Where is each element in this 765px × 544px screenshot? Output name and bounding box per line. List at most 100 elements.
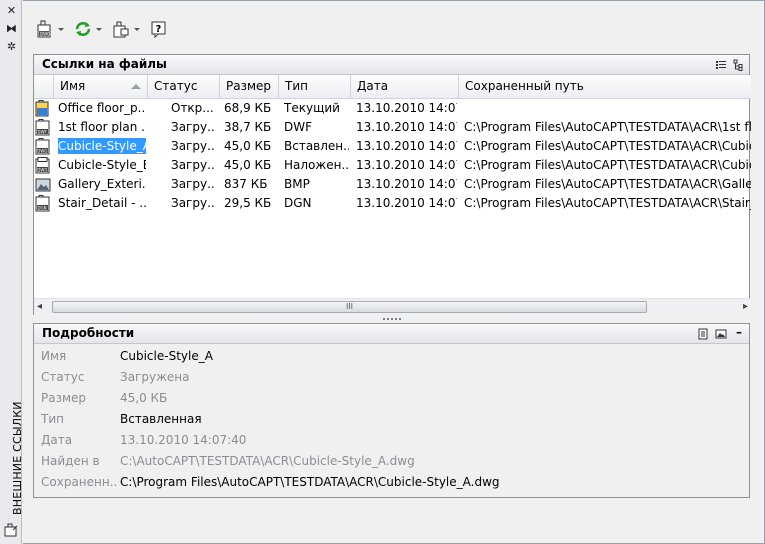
change-path-icon: [112, 20, 130, 38]
cell-name: 1st floor plan ...: [58, 118, 146, 137]
table-header: Имя Статус Размер Тип Дата Сохраненный п…: [34, 75, 751, 99]
scroll-thumb[interactable]: III: [52, 301, 647, 313]
column-type[interactable]: Тип: [279, 75, 351, 99]
table-row[interactable]: DWF 1st floor plan ... Загру... 38,7 КБ DWF 1…: [34, 118, 751, 137]
column-date-label: Дата: [357, 79, 389, 93]
cell-status-text: Загру...: [171, 177, 215, 191]
dgn-icon: DGN: [35, 195, 51, 212]
detail-row: Имя Cubicle-Style_A: [34, 346, 751, 366]
table-row[interactable]: DWG Cubicle-Style_A Загру... 45,0 КБ Вставле…: [34, 137, 751, 156]
cell-name: Gallery_Exteri...: [58, 175, 146, 194]
cell-status: Загру...: [171, 175, 215, 194]
cell-size: 45,0 КБ: [224, 137, 279, 156]
list-view-icon[interactable]: [715, 58, 727, 70]
cell-name-text: Gallery_Exteri...: [58, 177, 146, 191]
details-view-icon[interactable]: [697, 327, 709, 340]
scroll-left-icon[interactable]: ◂: [37, 299, 42, 315]
cell-path-text: C:\Program Files\AutoCAPT\TESTDATA\ACR\C…: [464, 139, 751, 153]
cell-type-text: DWF: [284, 120, 313, 134]
cell-type-text: DGN: [284, 196, 312, 210]
table-row[interactable]: DGN Stair_Detail - ... Загру... 29,5 КБ DGN 1…: [34, 194, 751, 213]
chevron-down-icon[interactable]: [96, 27, 102, 31]
refresh-icon: [74, 20, 92, 38]
detail-row: Сохраненн... C:\Program Files\AutoCAPT\TE…: [34, 472, 751, 492]
cell-size-text: 837 КБ: [224, 177, 268, 191]
details-title: Подробности: [42, 326, 135, 340]
column-saved-path[interactable]: Сохраненный путь: [459, 75, 751, 99]
cell-size: 38,7 КБ: [224, 118, 279, 137]
tree-view-icon[interactable]: [733, 58, 745, 71]
cell-date-text: 13.10.2010 14:07:...: [356, 101, 457, 115]
splitter-grip-icon: [383, 318, 401, 320]
column-status[interactable]: Статус: [148, 75, 220, 99]
svg-text:?: ?: [156, 24, 162, 35]
cell-size-text: 38,7 КБ: [224, 120, 272, 134]
cell-type: Наложен...: [284, 156, 349, 175]
cell-size: 837 КБ: [224, 175, 279, 194]
column-saved-path-label: Сохраненный путь: [465, 79, 584, 93]
detail-value: Вставленная: [120, 412, 202, 426]
cell-status-text: Загру...: [171, 158, 215, 172]
autohide-icon[interactable]: ⧓: [5, 22, 18, 35]
cell-size: 68,9 КБ: [224, 99, 279, 118]
panel-splitter[interactable]: [33, 316, 750, 322]
column-type-label: Тип: [285, 79, 308, 93]
column-date[interactable]: Дата: [351, 75, 459, 99]
cell-status: Загру...: [171, 118, 215, 137]
cell-size-text: 45,0 КБ: [224, 158, 272, 172]
svg-text:DWG: DWG: [37, 148, 47, 153]
refresh-button[interactable]: [74, 20, 102, 38]
detail-label: Статус: [41, 370, 85, 384]
collapse-icon[interactable]: –: [733, 326, 745, 339]
cell-type-text: BMP: [284, 177, 310, 191]
close-icon[interactable]: ✕: [5, 4, 18, 17]
cell-path-text: C:\Program Files\AutoCAPT\TESTDATA\ACR\G…: [464, 177, 751, 191]
file-list: Office floor_p... Откр... 68,9 КБ Текущий 13…: [34, 99, 751, 293]
image-icon: [35, 176, 51, 193]
detail-value: 13.10.2010 14:07:40: [120, 433, 247, 447]
scroll-right-icon[interactable]: ▸: [743, 299, 748, 315]
attach-button[interactable]: DWG: [36, 20, 64, 38]
cell-date: 13.10.2010 14:07:...: [356, 156, 457, 175]
cell-size-text: 29,5 КБ: [224, 196, 272, 210]
cell-name-text: Cubicle-Style_B: [58, 158, 146, 172]
detail-row: Размер 45,0 КБ: [34, 388, 751, 408]
cell-type-text: Текущий: [284, 101, 340, 115]
detail-label: Дата: [41, 433, 73, 447]
table-row[interactable]: Office floor_p... Откр... 68,9 КБ Текущий 13…: [34, 99, 751, 118]
chevron-down-icon[interactable]: [134, 27, 140, 31]
table-row[interactable]: DWG Cubicle-Style_B Загру... 45,0 КБ Наложен…: [34, 156, 751, 175]
cell-type: Текущий: [284, 99, 349, 118]
detail-row: Дата 13.10.2010 14:07:40: [34, 430, 751, 450]
cell-date-text: 13.10.2010 14:07:...: [356, 139, 457, 153]
cell-path-text: C:\Program Files\AutoCAPT\TESTDATA\ACR\S…: [464, 196, 751, 210]
column-name[interactable]: Имя: [54, 75, 148, 99]
detail-label: Размер: [41, 391, 87, 405]
detail-value: Cubicle-Style_A: [120, 349, 213, 363]
cell-size-text: 68,9 КБ: [224, 101, 272, 115]
detail-value: Загружена: [120, 370, 190, 384]
cell-name: Cubicle-Style_A: [58, 137, 146, 156]
palette-side-strip: ✕ ⧓ ✲ ВНЕШНИЕ ССЫЛКИ: [0, 0, 24, 544]
dwg-host-icon: [35, 100, 51, 117]
cell-type: BMP: [284, 175, 349, 194]
cell-path: C:\Program Files\AutoCAPT\TESTDATA\ACR\C…: [464, 137, 751, 156]
detail-label: Имя: [41, 349, 67, 363]
horizontal-scrollbar[interactable]: ◂ III ▸: [34, 298, 751, 315]
change-path-button[interactable]: [112, 20, 140, 38]
cell-status-text: Загру...: [171, 139, 215, 153]
preview-view-icon[interactable]: [715, 327, 727, 339]
chevron-down-icon[interactable]: [58, 27, 64, 31]
column-name-label: Имя: [60, 79, 86, 93]
attach-dwg-icon: DWG: [36, 20, 54, 38]
svg-text:DWG: DWG: [40, 32, 50, 37]
help-button[interactable]: ?: [150, 20, 168, 39]
cell-date-text: 13.10.2010 14:07:...: [356, 177, 457, 191]
sort-ascending-icon: [131, 84, 141, 89]
properties-icon[interactable]: ✲: [5, 40, 18, 53]
cell-date: 13.10.2010 14:07:...: [356, 118, 457, 137]
table-row[interactable]: Gallery_Exteri... Загру... 837 КБ BMP 13.10.…: [34, 175, 751, 194]
dwg-overlay-icon: DWG: [35, 157, 51, 174]
details-panel: Подробности – Имя Cubicle-Style_A Статус За…: [33, 323, 750, 498]
column-size[interactable]: Размер: [220, 75, 279, 99]
